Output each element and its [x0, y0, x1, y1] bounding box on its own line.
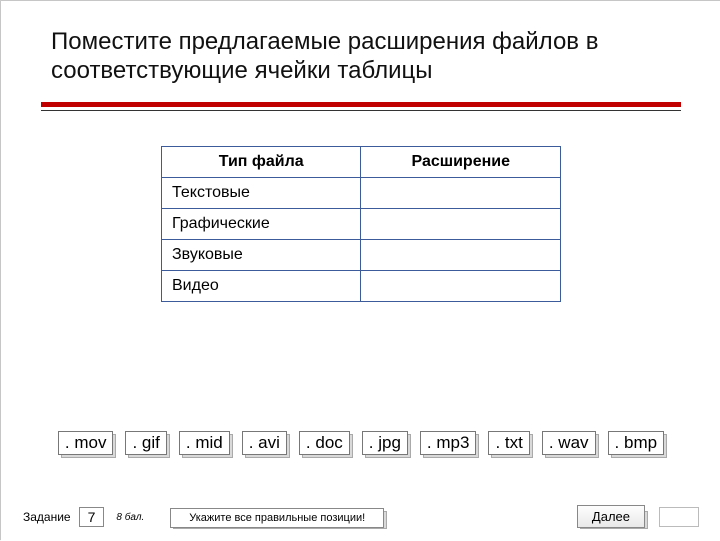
extension-chip[interactable]: . bmp: [608, 431, 665, 455]
task-number-box: 7: [79, 507, 105, 527]
cell-ext-drop[interactable]: [361, 208, 561, 239]
extension-chip[interactable]: . avi: [242, 431, 287, 455]
table-row: Графические: [162, 208, 561, 239]
cell-type: Графические: [162, 208, 361, 239]
extension-chip[interactable]: . doc: [299, 431, 350, 455]
score-label: 8 бал.: [116, 512, 144, 523]
extension-chip[interactable]: . gif: [125, 431, 166, 455]
cell-type: Текстовые: [162, 177, 361, 208]
table-row: Текстовые: [162, 177, 561, 208]
hint-box: Укажите все правильные позиции!: [170, 508, 384, 526]
extension-chip[interactable]: . txt: [488, 431, 529, 455]
extension-chip[interactable]: . mid: [179, 431, 230, 455]
extension-chip[interactable]: . wav: [542, 431, 596, 455]
next-button[interactable]: Далее: [577, 508, 645, 526]
table-row: Видео: [162, 270, 561, 301]
cell-type: Звуковые: [162, 239, 361, 270]
header-ext: Расширение: [361, 146, 561, 177]
cell-type: Видео: [162, 270, 361, 301]
aux-box: [659, 507, 699, 527]
table-row: Звуковые: [162, 239, 561, 270]
cell-ext-drop[interactable]: [361, 270, 561, 301]
slide-title: Поместите предлагаемые расширения файлов…: [1, 1, 720, 98]
extension-chip[interactable]: . jpg: [362, 431, 408, 455]
extension-chip[interactable]: . mp3: [420, 431, 477, 455]
extension-chip[interactable]: . mov: [58, 431, 114, 455]
task-label: Задание: [23, 510, 71, 524]
footer-bar: Задание 7 8 бал. Укажите все правильные …: [1, 507, 720, 527]
header-type: Тип файла: [162, 146, 361, 177]
file-type-table: Тип файла Расширение Текстовые Графическ…: [161, 146, 561, 302]
cell-ext-drop[interactable]: [361, 177, 561, 208]
divider: [41, 102, 681, 112]
cell-ext-drop[interactable]: [361, 239, 561, 270]
extensions-pool: . mov . gif . mid . avi . doc . jpg . mp…: [1, 431, 720, 455]
